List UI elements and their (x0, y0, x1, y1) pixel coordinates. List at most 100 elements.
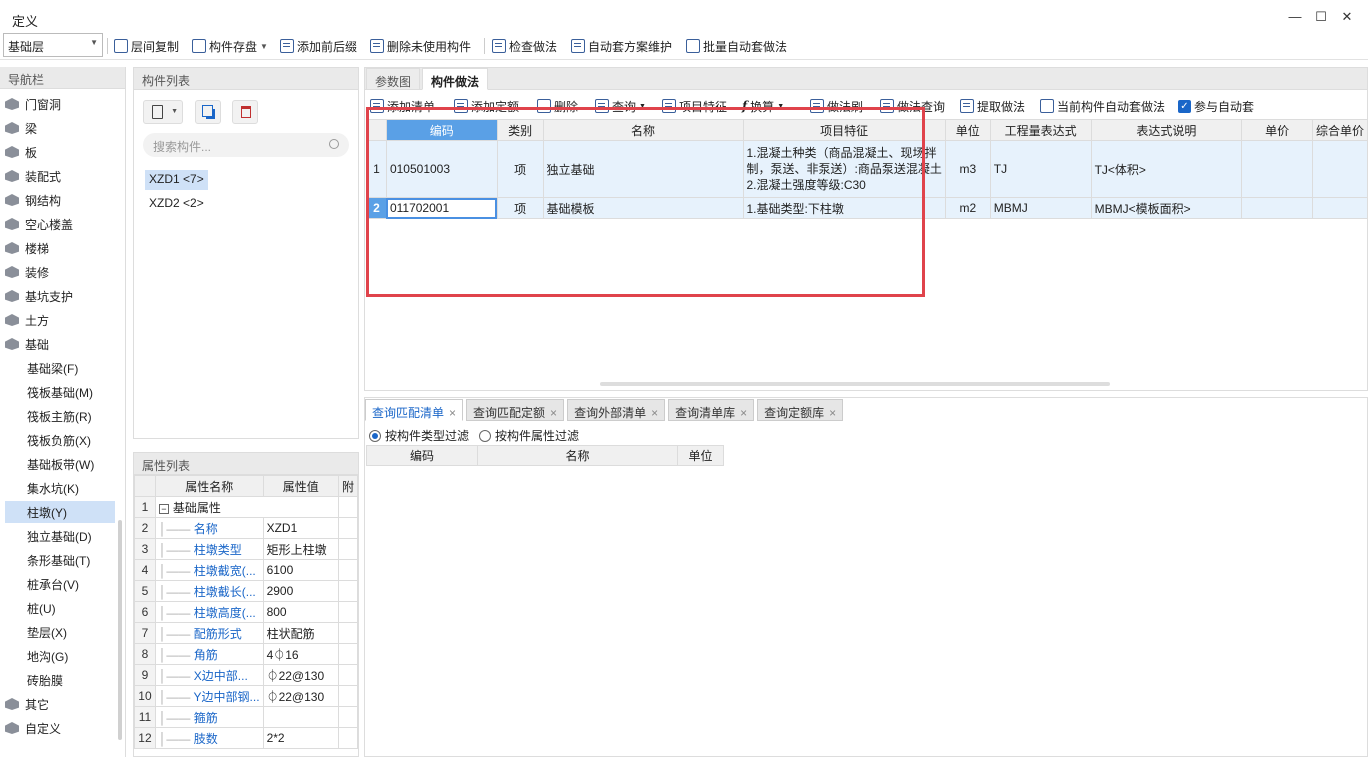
table-row[interactable]: 4 │—— 柱墩截宽(... 6100 (134, 559, 358, 581)
table-row[interactable]: 8 │—— 角筋 4⏀16 (134, 643, 358, 665)
header-cell[interactable]: 名称 (542, 119, 744, 141)
property-value[interactable]: ⏀22@130 (262, 685, 339, 707)
table-row[interactable]: 12 │—— 肢数 2*2 (134, 727, 358, 749)
property-value[interactable]: 矩形上柱墩 (262, 538, 339, 560)
batch-auto-button[interactable]: 批量自动套做法 (686, 37, 787, 55)
sidebar-item[interactable]: 梁 (5, 117, 115, 139)
method-query-button[interactable]: 做法查询 (880, 97, 945, 115)
close-icon[interactable]: ✕ (1338, 9, 1356, 25)
method-brush-button[interactable]: 做法刷 (810, 97, 863, 115)
close-icon[interactable]: × (740, 406, 747, 420)
header-cell[interactable]: 单价 (1241, 119, 1313, 141)
sidebar-item[interactable]: 钢结构 (5, 189, 115, 211)
sidebar-item[interactable]: 土方 (5, 309, 115, 331)
type-cell[interactable]: 项 (496, 197, 544, 219)
add-bill-button[interactable]: 添加清单 (370, 97, 435, 115)
delete-unused-button[interactable]: 删除未使用构件 (370, 37, 471, 55)
close-icon[interactable]: × (550, 406, 557, 420)
check-method-button[interactable]: 检查做法 (492, 37, 557, 55)
sidebar-item[interactable]: 独立基础(D) (5, 525, 115, 547)
sidebar-item[interactable]: 桩承台(V) (5, 573, 115, 595)
property-value[interactable]: 2900 (262, 580, 339, 602)
property-value[interactable]: 800 (262, 601, 339, 623)
add-prefix-button[interactable]: 添加前后缀 (280, 37, 357, 55)
property-value[interactable]: 2*2 (262, 727, 339, 749)
price-cell[interactable] (1241, 140, 1313, 198)
name-cell[interactable]: 独立基础 (542, 140, 744, 198)
property-value[interactable]: 4⏀16 (262, 643, 339, 665)
table-row[interactable]: 9 │—— X边中部... ⏀22@130 (134, 664, 358, 686)
sidebar-item[interactable]: 基坑支护 (5, 285, 115, 307)
table-row[interactable]: 7 │—— 配筋形式 柱状配筋 (134, 622, 358, 644)
maximize-icon[interactable]: ☐ (1312, 9, 1330, 25)
auto-method-button[interactable]: 当前构件自动套做法 (1040, 97, 1165, 115)
expr-cell[interactable]: MBMJ (989, 197, 1092, 219)
table-row[interactable]: 6 │—— 柱墩高度(... 800 (134, 601, 358, 623)
table-row[interactable]: 1 010501003 项 独立基础 1.混凝土种类（商品混凝土、现场拌 制，泵… (366, 140, 1368, 198)
sidebar-item[interactable]: 装配式 (5, 165, 115, 187)
query-button[interactable]: 查询 ▼ (595, 97, 646, 115)
desc-cell[interactable]: MBMJ<模板面积> (1090, 197, 1243, 219)
sidebar-item[interactable]: 柱墩(Y) (5, 501, 115, 523)
expr-cell[interactable]: TJ (989, 140, 1092, 198)
new-component-button[interactable]: ▼ (143, 100, 183, 124)
table-row[interactable]: 2 │—— 名称 XZD1 (134, 517, 358, 539)
tab-param-graph[interactable]: 参数图 (366, 68, 421, 90)
filter-by-attr-radio[interactable]: 按构件属性过滤 (479, 427, 579, 444)
tab-bill-library[interactable]: 查询清单库 × (668, 399, 755, 421)
header-cell[interactable]: 综合单价 (1311, 119, 1368, 141)
convert-button[interactable]: f 换算 ▼ (742, 97, 784, 115)
extract-method-button[interactable]: 提取做法 (960, 97, 1025, 115)
minimize-icon[interactable]: — (1286, 9, 1304, 25)
close-icon[interactable]: × (829, 406, 836, 420)
header-cell[interactable]: 单位 (944, 119, 991, 141)
header-cell[interactable]: 表达式说明 (1090, 119, 1243, 141)
feature-cell[interactable]: 1.混凝土种类（商品混凝土、现场拌 制，泵送、非泵送）:商品泵送混凝土 2.混凝… (742, 140, 946, 198)
property-value[interactable]: ⏀22@130 (262, 664, 339, 686)
desc-cell[interactable]: TJ<体积> (1090, 140, 1243, 198)
price-cell[interactable] (1241, 197, 1313, 219)
sidebar-item[interactable]: 空心楼盖 (5, 213, 115, 235)
sidebar-item[interactable]: 筏板主筋(R) (5, 405, 115, 427)
code-cell[interactable]: 011702001 (385, 197, 498, 219)
tab-quota-library[interactable]: 查询定额库 × (757, 399, 844, 421)
sidebar-item[interactable]: 砖胎膜 (5, 669, 115, 691)
sidebar-item[interactable]: 筏板基础(M) (5, 381, 115, 403)
auto-apply-checkbox[interactable]: ✓ 参与自动套 (1178, 97, 1254, 115)
item-feature-button[interactable]: 项目特征 (662, 97, 727, 115)
header-cell[interactable]: 单位 (677, 445, 724, 466)
unit-cell[interactable]: m2 (944, 197, 991, 219)
close-icon[interactable]: × (449, 406, 456, 420)
group-cell[interactable]: − 基础属性 (154, 496, 339, 518)
property-value[interactable]: 6100 (262, 559, 339, 581)
total-cell[interactable] (1311, 197, 1368, 219)
header-cell[interactable]: 类别 (496, 119, 544, 141)
table-row[interactable]: 3 │—— 柱墩类型 矩形上柱墩 (134, 538, 358, 560)
table-row[interactable]: 1 − 基础属性 (134, 496, 358, 518)
save-component-button[interactable]: 构件存盘 ▼ (192, 37, 268, 55)
total-cell[interactable] (1311, 140, 1368, 198)
sidebar-item[interactable]: 基础板带(W) (5, 453, 115, 475)
delete-button[interactable]: 删除 (537, 97, 578, 115)
sidebar-item[interactable]: 板 (5, 141, 115, 163)
property-value[interactable]: XZD1 (262, 517, 339, 539)
tab-match-bill[interactable]: 查询匹配清单 × (365, 399, 464, 421)
sidebar-item[interactable]: 地沟(G) (5, 645, 115, 667)
horizontal-scrollbar[interactable] (600, 382, 1110, 386)
sidebar-item[interactable]: 基础 (5, 333, 115, 355)
auto-scheme-button[interactable]: 自动套方案维护 (571, 37, 672, 55)
unit-cell[interactable]: m3 (944, 140, 991, 198)
sidebar-item[interactable]: 集水坑(K) (5, 477, 115, 499)
filter-by-type-radio[interactable]: 按构件类型过滤 (369, 427, 469, 444)
table-row[interactable]: 2 011702001 项 基础模板 1.基础类型:下柱墩 m2 MBMJ MB… (366, 197, 1368, 219)
tab-external-bill[interactable]: 查询外部清单 × (567, 399, 666, 421)
tab-component-method[interactable]: 构件做法 (422, 68, 489, 90)
sidebar-item[interactable]: 门窗洞 (5, 93, 115, 115)
sidebar-item[interactable]: 装修 (5, 261, 115, 283)
sidebar-item[interactable]: 楼梯 (5, 237, 115, 259)
property-value[interactable] (262, 706, 339, 728)
sidebar-item[interactable]: 筏板负筋(X) (5, 429, 115, 451)
type-cell[interactable]: 项 (496, 140, 544, 198)
sidebar-item[interactable]: 桩(U) (5, 597, 115, 619)
header-cell[interactable]: 编码 (385, 119, 498, 141)
